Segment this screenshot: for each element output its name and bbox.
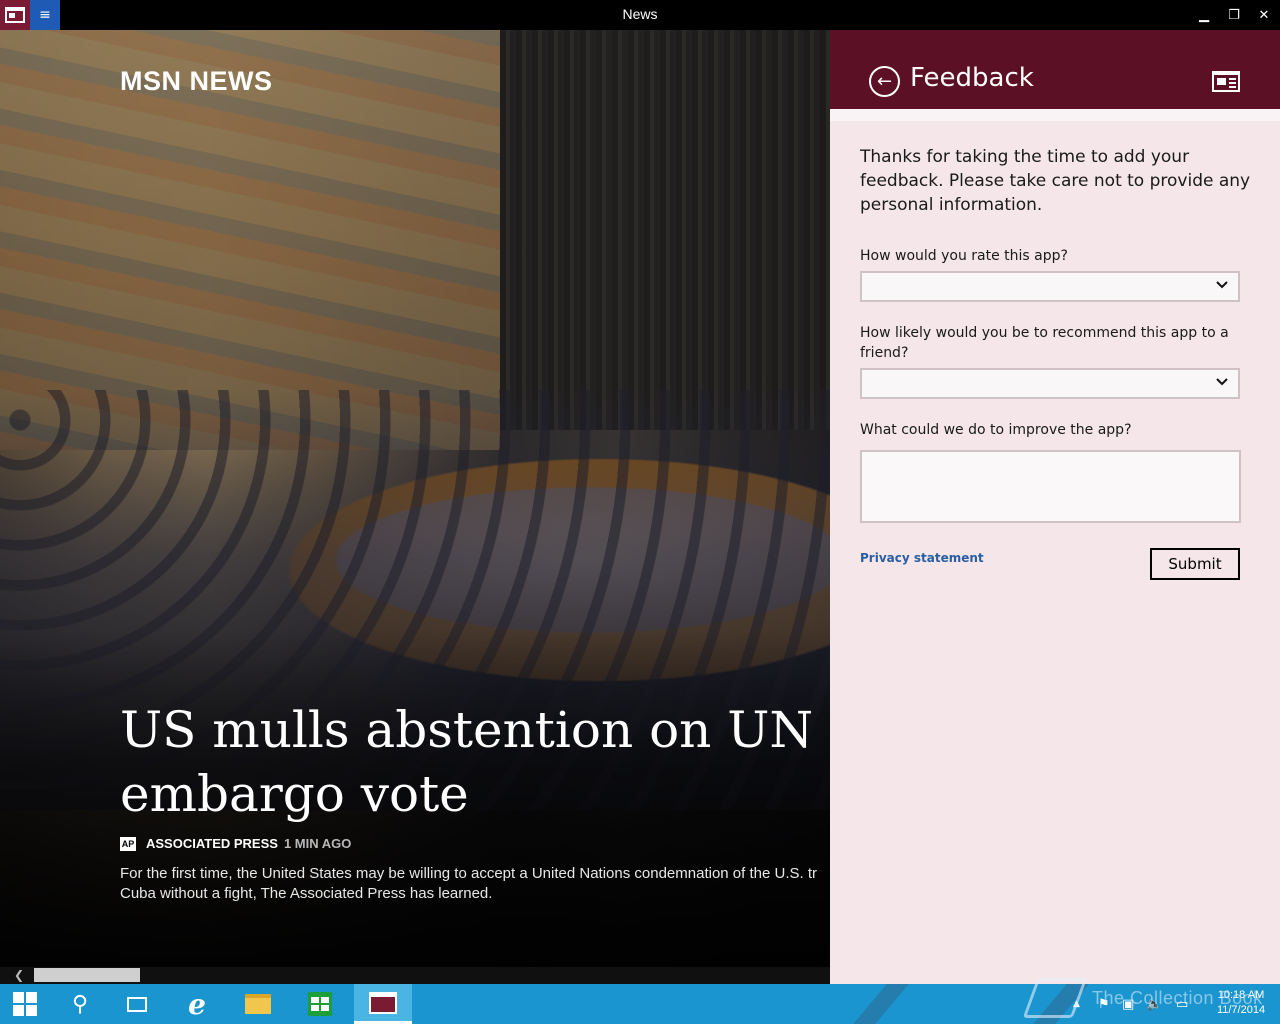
- hamburger-icon: ≡: [39, 7, 51, 23]
- internet-explorer-button[interactable]: e: [177, 984, 217, 1024]
- start-button[interactable]: [5, 984, 45, 1024]
- close-button[interactable]: ✕: [1248, 0, 1280, 30]
- store-button[interactable]: [300, 984, 340, 1024]
- restore-button[interactable]: ❐: [1218, 0, 1250, 30]
- windows-logo-icon: [13, 992, 37, 1016]
- improve-textarea[interactable]: [860, 450, 1241, 523]
- article-source: AP ASSOCIATED PRESS 1 MIN AGO: [120, 836, 351, 851]
- newspaper-icon: [1212, 71, 1240, 92]
- feedback-panel: ← Feedback Thanks for taking the time to…: [830, 30, 1280, 984]
- recommend-select[interactable]: [860, 368, 1240, 399]
- search-button[interactable]: ⚲: [60, 984, 100, 1024]
- news-app-icon: [0, 0, 30, 30]
- newspaper-icon: [5, 7, 25, 23]
- task-view-icon: [127, 996, 147, 1012]
- back-button[interactable]: ←: [869, 66, 900, 97]
- article-headline[interactable]: US mulls abstention on UN Cu embargo vot…: [120, 698, 830, 826]
- news-taskbar-button[interactable]: [354, 984, 412, 1024]
- minimize-button[interactable]: ▁: [1188, 0, 1220, 30]
- headline-line-1: US mulls abstention on UN Cu: [120, 701, 830, 759]
- article-summary: For the first time, the United States ma…: [120, 864, 830, 904]
- feedback-intro: Thanks for taking the time to add your f…: [860, 147, 1251, 215]
- source-time: 1 MIN AGO: [283, 836, 352, 851]
- rating-label: How would you rate this app?: [860, 248, 1068, 264]
- submit-button[interactable]: Submit: [1150, 548, 1240, 580]
- title-bar: ≡ News ▁ ❐ ✕: [0, 0, 1280, 30]
- internet-explorer-icon: e: [188, 987, 206, 1021]
- summary-line-2: Cuba without a fight, The Associated Pre…: [120, 885, 493, 902]
- taskbar: ⚲ e ▲ ⚑ ▣ 🔈 ▭ 10:18 AM 11/7/2014: [0, 984, 1280, 1024]
- hero-image-curtain: [500, 30, 830, 430]
- store-icon: [308, 992, 332, 1016]
- brand-logo: MSN NEWS: [120, 66, 273, 96]
- hero-article[interactable]: MSN NEWS US mulls abstention on UN Cu em…: [0, 30, 830, 967]
- rating-select[interactable]: [860, 271, 1240, 302]
- search-icon: ⚲: [71, 991, 89, 1017]
- watermark-text: The Collection Book: [1092, 988, 1263, 1008]
- folder-icon: [245, 994, 271, 1014]
- feedback-header: ← Feedback: [830, 30, 1280, 109]
- chevron-down-icon: [1216, 378, 1228, 386]
- app-menu-button[interactable]: ≡: [30, 0, 60, 30]
- summary-line-1: For the first time, the United States ma…: [120, 865, 818, 882]
- source-name: ASSOCIATED PRESS: [146, 836, 278, 851]
- recommend-label: How likely would you be to recommend thi…: [860, 325, 1229, 361]
- scroll-left-icon[interactable]: ❮: [14, 967, 24, 984]
- ap-logo-icon: AP: [120, 836, 136, 851]
- minimize-icon: ▁: [1199, 7, 1209, 23]
- restore-icon: ❐: [1228, 7, 1240, 23]
- task-view-button[interactable]: [117, 984, 157, 1024]
- close-icon: ✕: [1258, 7, 1270, 23]
- privacy-statement-link[interactable]: Privacy statement: [860, 551, 984, 565]
- file-explorer-button[interactable]: [238, 984, 278, 1024]
- window-title: News: [622, 6, 658, 22]
- chevron-down-icon: [1216, 281, 1228, 289]
- headline-line-2: embargo vote: [120, 765, 469, 823]
- newspaper-icon: [369, 991, 397, 1014]
- scrollbar-thumb[interactable]: [34, 968, 140, 982]
- back-arrow-icon: ←: [876, 70, 893, 92]
- horizontal-scrollbar[interactable]: ❮: [0, 967, 830, 984]
- improve-label: What could we do to improve the app?: [860, 422, 1132, 438]
- header-divider: [830, 109, 1280, 121]
- feedback-title: Feedback: [910, 63, 1034, 93]
